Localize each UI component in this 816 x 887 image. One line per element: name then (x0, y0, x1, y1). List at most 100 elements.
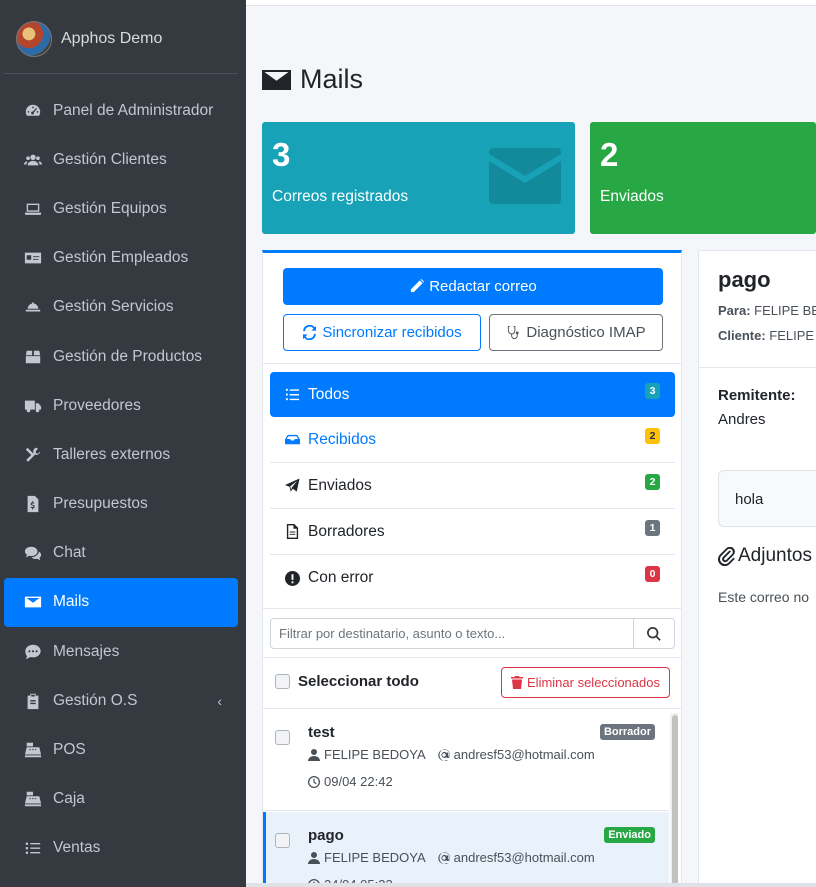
sidebar-item-gestion-empleados[interactable]: Gestión Empleados (4, 234, 238, 283)
sidebar-item-label: Mensajes (53, 642, 120, 660)
search-icon (647, 626, 661, 641)
sidebar-item-label: Gestión Clientes (53, 150, 167, 168)
mail-checkbox[interactable] (275, 730, 290, 745)
folder-todos[interactable]: Todos 3 (270, 372, 675, 417)
stethoscope-icon (508, 325, 520, 340)
compose-button[interactable]: Redactar correo (283, 268, 663, 305)
folder-label: Borradores (308, 522, 385, 540)
folder-label: Con error (308, 569, 374, 586)
filter-search-button[interactable] (633, 619, 674, 648)
count-badge: 2 (645, 474, 660, 490)
mailbox-panel: Redactar correo Sincronizar recibidos Di… (262, 250, 682, 887)
sidebar-item-gestion-de-productos[interactable]: Gestión de Productos (4, 332, 238, 381)
at-icon (438, 851, 450, 864)
sidebar-item-chat[interactable]: Chat (4, 529, 238, 578)
file-icon (284, 524, 300, 540)
mail-list-item[interactable]: test Borrador FELIPE BEDOYA andresf53@ho… (263, 709, 669, 811)
detail-body: hola (718, 470, 816, 527)
filter-input[interactable] (271, 619, 633, 648)
select-all-checkbox[interactable] (275, 674, 290, 689)
filter-group (270, 618, 675, 649)
mail-client: FELIPE BEDOYA (324, 850, 426, 865)
exclamation-circle-icon (284, 570, 300, 586)
clock-icon (308, 775, 320, 788)
mail-list-item-selected[interactable]: pago Enviado FELIPE BEDOYA andresf53@hot… (263, 812, 669, 887)
attachments-title: Adjuntos (738, 545, 812, 566)
user-icon (308, 851, 320, 864)
list-icon (284, 387, 300, 403)
mail-subject: test (308, 724, 335, 741)
folder-con-error[interactable]: Con error 0 (270, 555, 675, 601)
sidebar-item-talleres-externos[interactable]: Talleres externos (4, 430, 238, 479)
sidebar-item-pos[interactable]: POS (4, 725, 238, 774)
list-scrollbar-thumb[interactable] (672, 715, 678, 887)
sidebar-item-label: Gestión Equipos (53, 199, 167, 217)
divider (263, 363, 681, 364)
folder-recibidos[interactable]: Recibidos 2 (270, 417, 675, 463)
user-icon (308, 748, 320, 761)
mail-meta: FELIPE BEDOYA andresf53@hotmail.com (308, 747, 595, 762)
mail-detail-panel: pago Para: FELIPE BE Cliente: FELIPE Rem… (698, 250, 816, 887)
folder-label: Recibidos (308, 430, 377, 448)
horizontal-scrollbar[interactable] (246, 883, 816, 887)
sidebar-item-label: Presupuestos (53, 495, 148, 513)
list-icon (23, 838, 43, 858)
bell-service-icon (23, 297, 43, 317)
sync-inbox-button[interactable]: Sincronizar recibidos (283, 314, 481, 351)
sidebar-item-label: Gestión Empleados (53, 249, 189, 267)
count-badge: 2 (645, 428, 660, 444)
status-badge: Borrador (599, 724, 655, 740)
mail-client: FELIPE BEDOYA (324, 747, 426, 762)
cash-register-icon (23, 740, 43, 760)
pencil-icon (411, 279, 425, 293)
folder-label: Enviados (308, 476, 372, 494)
inbox-icon (284, 432, 300, 448)
brand-logo (16, 20, 52, 57)
sidebar-item-panel-de-administrador[interactable]: Panel de Administrador (4, 86, 238, 135)
mail-checkbox[interactable] (275, 833, 290, 848)
attachments-heading: Adjuntos (718, 545, 812, 567)
top-navbar (246, 0, 816, 6)
sync-icon (303, 325, 317, 340)
sidebar-item-label: Ventas (53, 839, 101, 857)
sidebar-item-label: Gestión Servicios (53, 298, 174, 316)
at-icon (438, 748, 450, 761)
brand-link[interactable]: Apphos Demo (4, 4, 238, 74)
folder-borradores[interactable]: Borradores 1 (270, 509, 675, 555)
sidebar-item-presupuestos[interactable]: Presupuestos (4, 480, 238, 529)
truck-icon (23, 396, 43, 416)
envelope-icon (23, 592, 43, 612)
sidebar-item-label: Panel de Administrador (53, 101, 214, 119)
select-all[interactable]: Seleccionar todo (275, 673, 419, 690)
envelope-icon (489, 148, 561, 204)
folder-list: Todos 3 Recibidos 2 Enviados 2 Borradore… (270, 372, 675, 601)
sidebar-item-caja[interactable]: Caja (4, 775, 238, 824)
imap-diagnostic-button[interactable]: Diagnóstico IMAP (489, 314, 663, 351)
chevron-left-icon[interactable]: ‹ (217, 693, 222, 709)
stat-box-sent: 2 Enviados (590, 122, 816, 234)
sidebar-item-gestion-os[interactable]: Gestión O.S ‹ (4, 676, 238, 725)
tachometer-icon (23, 101, 43, 121)
id-card-icon (23, 248, 43, 268)
mail-date: 09/04 22:42 (308, 774, 393, 789)
paper-plane-icon (284, 478, 300, 494)
detail-to: Para: FELIPE BE (718, 303, 816, 318)
sidebar-item-gestion-clientes[interactable]: Gestión Clientes (4, 135, 238, 184)
mail-date-text: 09/04 22:42 (324, 774, 393, 789)
divider (263, 608, 681, 609)
sidebar-item-gestion-servicios[interactable]: Gestión Servicios (4, 283, 238, 332)
sidebar-item-gestion-equipos[interactable]: Gestión Equipos (4, 184, 238, 233)
detail-to-label: Para: (718, 303, 751, 318)
folder-enviados[interactable]: Enviados 2 (270, 463, 675, 509)
count-badge: 1 (645, 520, 660, 536)
detail-client-value: FELIPE (769, 328, 815, 343)
sidebar-item-mails[interactable]: Mails (4, 577, 238, 628)
page-title: Mails (262, 64, 363, 95)
laptop-icon (23, 199, 43, 219)
sidebar-item-proveedores[interactable]: Proveedores (4, 381, 238, 430)
delete-selected-button[interactable]: Eliminar seleccionados (501, 667, 670, 698)
sidebar-item-mensajes[interactable]: Mensajes (4, 627, 238, 676)
sidebar-item-ventas[interactable]: Ventas (4, 824, 238, 873)
stat-box-registered: 3 Correos registrados (262, 122, 575, 234)
envelope-icon (262, 69, 291, 90)
